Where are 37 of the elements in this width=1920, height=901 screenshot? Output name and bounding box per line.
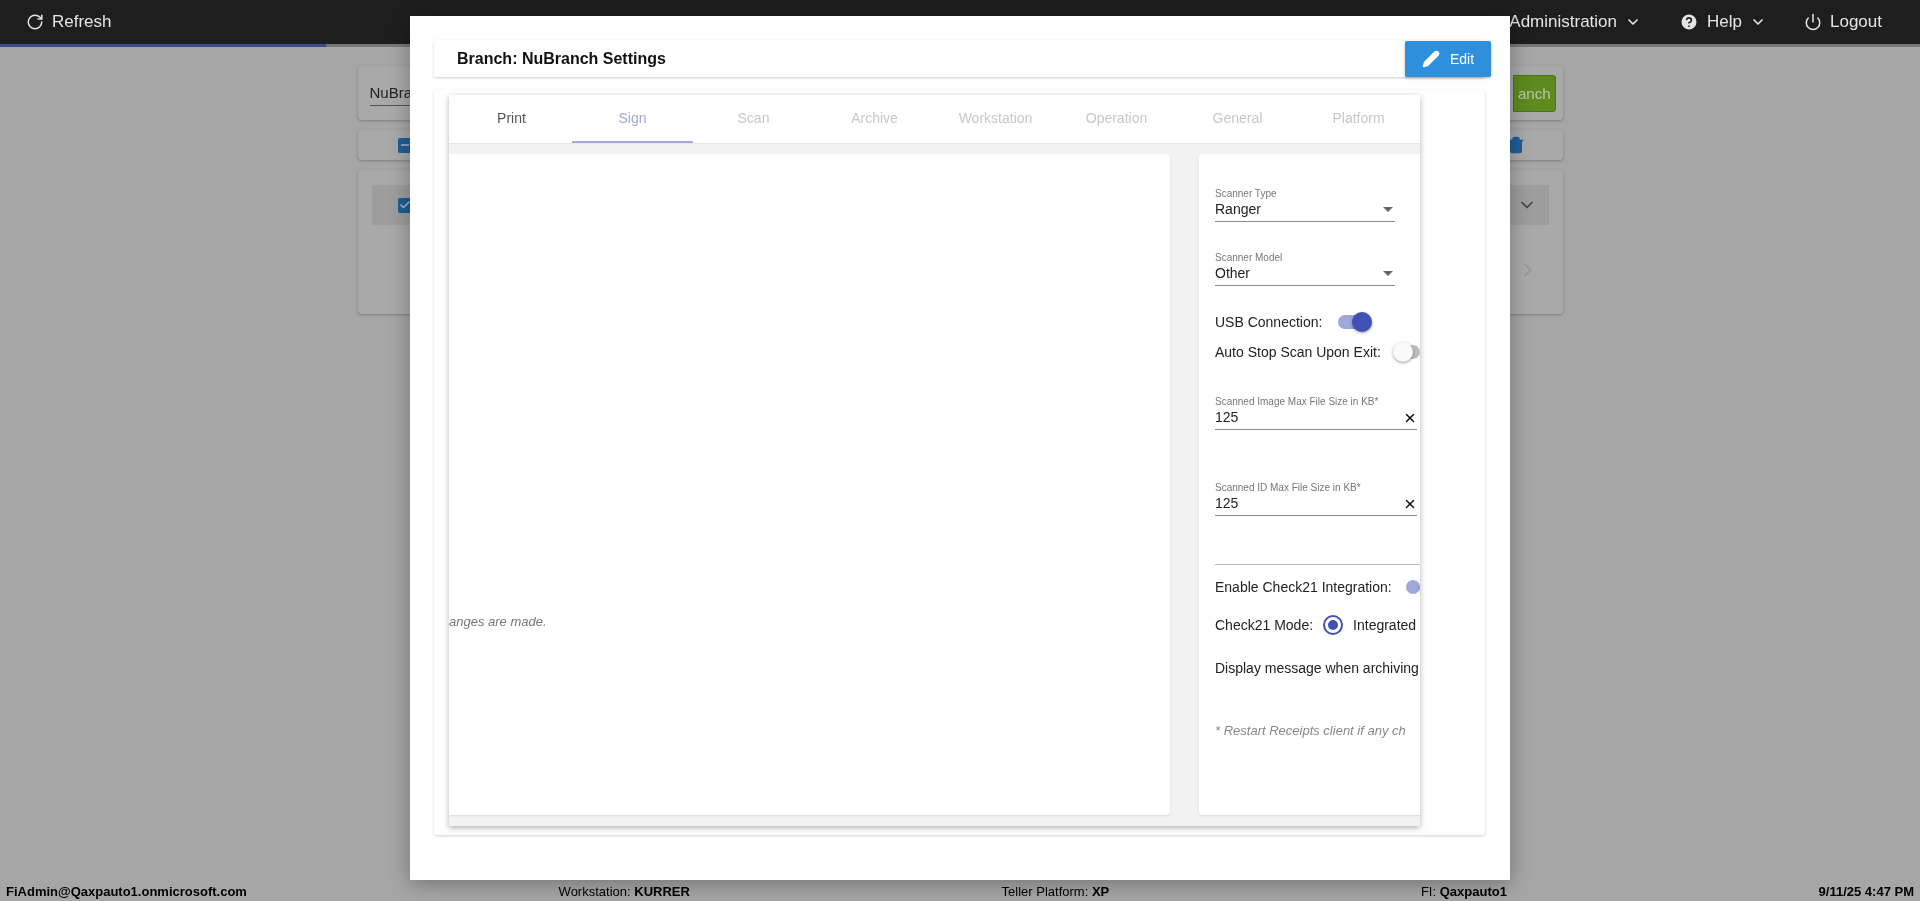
help-icon <box>1679 12 1700 32</box>
power-icon <box>1804 13 1822 31</box>
tab[interactable]: Print <box>451 95 572 143</box>
switch-label: USB Connection: <box>1215 314 1323 330</box>
menu-button[interactable]: Logout <box>1804 12 1882 32</box>
hint-text: anges are made. <box>449 614 547 629</box>
radio-label: Check21 Mode: <box>1215 617 1314 633</box>
refresh-icon <box>26 13 44 31</box>
status-text: FI: Qaxpauto1 <box>1420 884 1507 899</box>
select-field[interactable]: Scanner Model Other <box>1215 252 1395 286</box>
switch-label: Enable Check21 Integration: <box>1215 579 1392 595</box>
toggle-switch[interactable] <box>1338 315 1369 329</box>
toggle-switch[interactable] <box>1405 580 1420 594</box>
status-text: Teller Platform: XP <box>1001 884 1110 899</box>
menu-button[interactable]: Administration <box>1509 12 1642 32</box>
input-field[interactable]: Scanned ID Max File Size in KB* 125 <box>1215 482 1417 516</box>
clear-icon[interactable] <box>1403 497 1417 511</box>
pencil-icon <box>1421 49 1440 68</box>
check-icon <box>399 199 411 211</box>
setting-label: Display message when archiving <box>1215 660 1419 676</box>
toggle-switch[interactable] <box>1394 345 1420 359</box>
status-text: 9/11/25 4:47 PM <box>1818 884 1914 899</box>
menu-button[interactable]: Help <box>1679 12 1766 32</box>
radio-button[interactable] <box>1323 615 1344 635</box>
input-field[interactable]: Scanned Image Max File Size in KB* 125 <box>1215 396 1417 430</box>
status-text: FiAdmin@Qaxpauto1.onmicrosoft.com <box>6 884 247 899</box>
restart-note: * Restart Receipts client if any ch <box>1215 723 1406 738</box>
caret-icon <box>1383 271 1393 276</box>
caret-icon <box>1383 207 1393 212</box>
status-text: Workstation: KURRER <box>558 884 690 899</box>
refresh-button[interactable]: Refresh <box>26 12 112 32</box>
switch-label: Auto Stop Scan Upon Exit: <box>1215 344 1381 360</box>
dialog-title: Branch: NuBranch Settings <box>457 49 666 68</box>
clear-icon[interactable] <box>1403 411 1417 425</box>
radio-option: Integrated <box>1353 617 1417 633</box>
edit-button[interactable]: Edit <box>1405 40 1491 77</box>
select-field[interactable]: Scanner Type Ranger <box>1215 188 1395 222</box>
